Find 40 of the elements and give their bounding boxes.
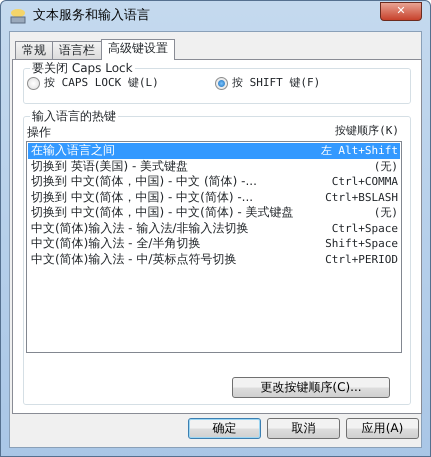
hotkey-action: 在输入语言之间 (31, 143, 115, 158)
column-header: 操作 (27, 124, 51, 141)
radio-button[interactable] (215, 76, 228, 90)
keyboard-icon (9, 7, 27, 25)
group-title: 要关闭 Caps Lock (30, 60, 135, 76)
change-key-sequence-button[interactable]: 更改按键顺序(C)... (232, 377, 390, 398)
radio-label[interactable]: 按 SHIFT 键(F) (232, 75, 320, 92)
hotkey-keys: Shift+Space (325, 236, 398, 252)
list-row[interactable]: 切换到 英语(美国) - 美式键盘 (无) (28, 158, 400, 174)
hotkey-keys: Ctrl+BSLASH (325, 190, 398, 205)
hotkey-action: 中文(简体)输入法 - 全/半角切换 (31, 236, 200, 252)
hotkey-keys: Ctrl+PERIOD (325, 252, 398, 267)
hotkey-action: 中文(简体)输入法 - 中/英标点符号切换 (31, 252, 236, 267)
hotkey-action: 切换到 中文(简体，中国) - 中文(简体) - 美式键盘 (31, 205, 294, 220)
list-row[interactable]: 中文(简体)输入法 - 中/英标点符号切换 Ctrl+PERIOD (28, 252, 400, 267)
hotkey-keys: (无) (374, 158, 398, 174)
window-title: 文本服务和输入语言 (33, 7, 150, 26)
list-row[interactable]: 切换到 中文(简体，中国) - 中文(简体) -... Ctrl+BSLASH (28, 190, 400, 205)
hotkey-keys: Ctrl+COMMA (332, 174, 398, 190)
tab[interactable]: 常规 (15, 41, 53, 59)
column-header: 按键顺序(K) (335, 123, 399, 139)
hotkey-keys: (无) (374, 205, 398, 220)
tab[interactable]: 语言栏 (52, 41, 102, 59)
hotkey-keys: 左 Alt+Shift (320, 143, 398, 158)
list-row[interactable]: 中文(简体)输入法 - 输入法/非输入法切换 Ctrl+Space (28, 220, 400, 236)
list-row[interactable]: 切换到 中文(简体，中国) - 中文(简体) - 美式键盘 (无) (28, 205, 400, 220)
dialog-button[interactable]: 确定 (188, 418, 261, 439)
hotkey-action: 切换到 英语(美国) - 美式键盘 (31, 158, 188, 174)
hotkey-action: 切换到 中文(简体，中国) - 中文 (简体) -... (31, 174, 257, 190)
group-title: 输入语言的热键 (30, 108, 118, 124)
dialog-button[interactable]: 取消 (267, 418, 340, 439)
hotkey-action: 中文(简体)输入法 - 输入法/非输入法切换 (31, 220, 248, 236)
list-row[interactable]: 中文(简体)输入法 - 全/半角切换 Shift+Space (28, 236, 400, 252)
tab[interactable]: 高级键设置 (101, 39, 175, 60)
dialog-button[interactable]: 应用(A) (346, 418, 419, 439)
list-row[interactable]: 切换到 中文(简体，中国) - 中文 (简体) -... Ctrl+COMMA (28, 174, 400, 190)
radio-label[interactable]: 按 CAPS LOCK 键(L) (44, 75, 159, 92)
hotkey-keys: Ctrl+Space (332, 220, 398, 236)
radio-button[interactable] (27, 76, 40, 90)
hotkey-action: 切换到 中文(简体，中国) - 中文(简体) -... (31, 190, 254, 205)
